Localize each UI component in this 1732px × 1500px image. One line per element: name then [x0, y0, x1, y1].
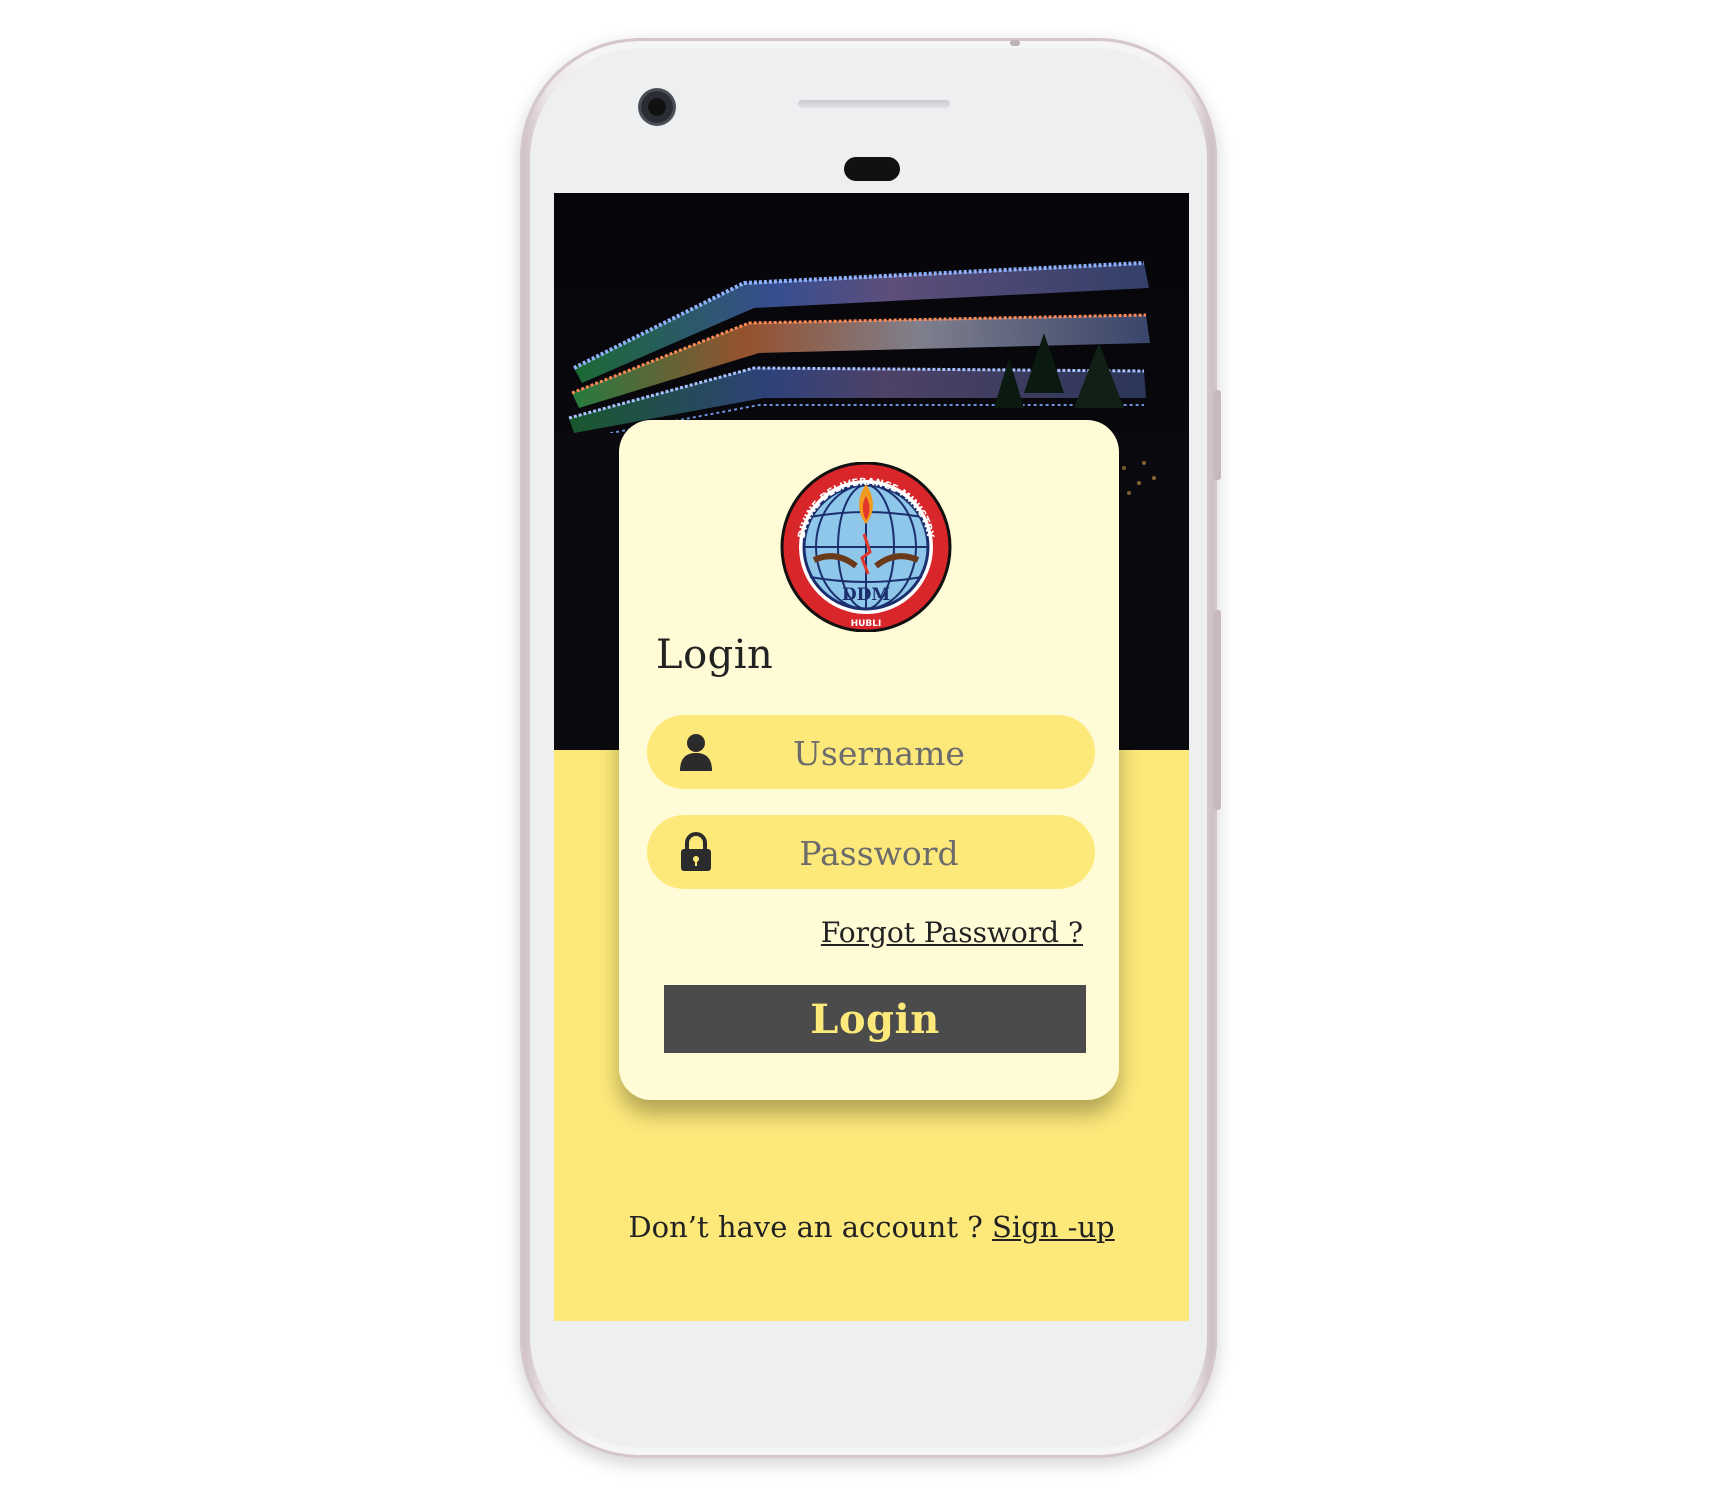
- signup-prompt-text: Don’t have an account ?: [628, 1210, 992, 1244]
- login-card: DIVINE DELIVERANCE MINISTRY DDM HUBLI Lo…: [619, 420, 1119, 1100]
- login-title: Login: [656, 632, 774, 678]
- logo-bottom-text: HUBLI: [851, 619, 882, 629]
- app-screen: DIVINE DELIVERANCE MINISTRY DDM HUBLI Lo…: [554, 193, 1189, 1321]
- user-icon: [680, 734, 712, 771]
- earpiece: [844, 157, 900, 181]
- password-field[interactable]: [647, 815, 1095, 891]
- volume-button: [1214, 610, 1221, 810]
- power-button: [1214, 390, 1221, 480]
- lock-icon: [681, 832, 711, 871]
- username-field[interactable]: [647, 715, 1095, 791]
- ddm-logo: DIVINE DELIVERANCE MINISTRY DDM HUBLI: [780, 462, 952, 632]
- password-input[interactable]: [727, 815, 1031, 891]
- top-sensor: [1010, 40, 1020, 46]
- signup-link[interactable]: Sign -up: [992, 1210, 1115, 1244]
- username-input[interactable]: [727, 715, 1031, 791]
- front-camera: [638, 88, 676, 126]
- speaker-grille: [798, 100, 950, 108]
- forgot-password-link[interactable]: Forgot Password ?: [821, 916, 1083, 949]
- signup-prompt: Don’t have an account ? Sign -up: [554, 1210, 1189, 1244]
- logo-center-text: DDM: [842, 585, 890, 605]
- login-button[interactable]: Login: [664, 985, 1086, 1053]
